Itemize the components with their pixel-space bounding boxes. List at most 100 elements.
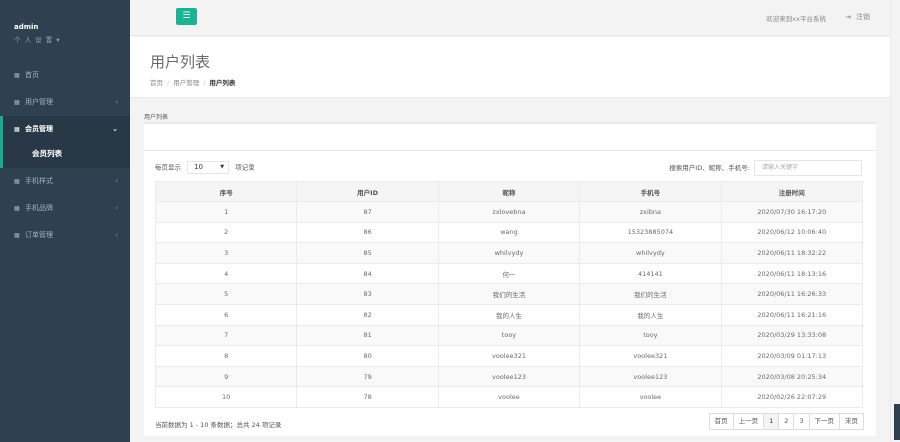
cell-register-time: 2020/06/12 10:06:40 — [720, 221, 864, 244]
cell-register-time: 2020/03/09 01:17:13 — [720, 345, 864, 367]
sidebar-item-user-management[interactable]: ▦ 用户管理 ‹ — [0, 89, 130, 116]
profile-settings-dropdown[interactable]: 个 人 设 置 ▾ — [14, 34, 116, 44]
grid-icon: ▦ — [14, 205, 20, 212]
grid-icon: ▦ — [14, 99, 20, 106]
cell-phone: whilvydy — [579, 242, 722, 264]
cell-phone: tooy — [579, 324, 722, 347]
search-input[interactable]: 请输入关键字 — [754, 160, 862, 176]
cell-user-id: 79 — [296, 365, 439, 388]
cell-user-id: 83 — [296, 283, 439, 305]
sidebar-item-member-management[interactable]: ▦ 会员管理 ⌄ — [0, 116, 130, 143]
cell-index: 4 — [154, 262, 298, 285]
sidebar-item-label: 会员管理 — [25, 125, 53, 133]
page-length-control: 每页显示 10 ▼ 项记录 — [155, 161, 255, 174]
chevron-left-icon: ‹ — [115, 177, 118, 185]
page-title: 用户列表 — [150, 53, 211, 71]
pager-first[interactable]: 首页 — [708, 413, 734, 430]
chevron-down-icon: ⌄ — [112, 125, 118, 133]
sidebar-item-phone-style[interactable]: ▦ 手机样式 ‹ — [0, 168, 130, 195]
cell-nickname: voolee123 — [437, 365, 581, 388]
cell-index: 9 — [154, 365, 298, 388]
cell-index: 2 — [154, 221, 298, 244]
cell-nickname: 我的人生 — [437, 303, 581, 326]
column-header-nickname[interactable]: 昵称 — [437, 181, 581, 202]
page-length-value: 10 — [194, 163, 203, 171]
cell-phone: voolee123 — [579, 365, 722, 388]
column-header-index[interactable]: 序号 — [154, 181, 298, 202]
caret-down-icon: ▼ — [220, 164, 225, 170]
sidebar-item-home[interactable]: ▦ 首页 — [0, 62, 130, 89]
sidebar-subitem-member-list[interactable]: 会员列表 — [0, 143, 130, 168]
pager-last[interactable]: 末页 — [839, 413, 864, 430]
cell-nickname: voolee321 — [437, 345, 581, 367]
breadcrumb-separator: / — [167, 79, 170, 87]
table-row: 5 83 我们的生活 我们的生活 2020/06/11 16:26:33 — [154, 283, 864, 305]
cell-phone: 414141 — [579, 262, 722, 285]
cell-index: 6 — [154, 303, 298, 326]
pager-page-3[interactable]: 3 — [793, 413, 810, 430]
table-row: 8 80 voolee321 voolee321 2020/03/09 01:17:13 — [154, 345, 864, 367]
sidebar-item-order-management[interactable]: ▦ 订单管理 ‹ — [0, 222, 130, 249]
sidebar-item-label: 首页 — [25, 71, 39, 79]
sidebar-item-label: 订单管理 — [25, 231, 53, 239]
search-control: 搜索用户ID、昵称、手机号: 请输入关键字 — [669, 160, 862, 176]
sidebar-item-label: 手机样式 — [25, 177, 53, 185]
cell-register-time: 2020/06/11 16:26:33 — [720, 283, 864, 305]
menu-toggle-button[interactable]: ☰ — [176, 8, 197, 25]
welcome-message: 欢迎来到xx平台系统 — [766, 15, 826, 23]
table-header-row: 序号 用户ID 昵称 手机号 注册时间 — [154, 181, 864, 202]
page-length-select[interactable]: 10 ▼ — [187, 161, 230, 174]
cell-index: 3 — [154, 242, 298, 264]
cell-user-id: 85 — [296, 242, 439, 264]
profile-username: admin — [14, 23, 39, 31]
cell-phone: 我的人生 — [579, 303, 722, 326]
cell-index: 8 — [154, 345, 298, 367]
right-scroll-area — [890, 0, 900, 442]
table-row: 9 79 voolee123 voolee123 2020/03/08 20:25:34 — [154, 365, 864, 388]
hamburger-icon: ☰ — [182, 11, 191, 21]
cell-register-time: 2020/06/11 18:13:16 — [720, 262, 864, 285]
cell-user-id: 78 — [296, 386, 439, 408]
pager-page-1[interactable]: 1 — [763, 413, 780, 430]
cell-register-time: 2020/02/26 22:07:29 — [720, 386, 864, 408]
logout-link[interactable]: ⇥ 注销 — [845, 12, 870, 22]
pagination: 首页 上一页 1 2 3 下一页 末页 — [708, 413, 864, 430]
profile: admin 个 人 设 置 ▾ — [0, 0, 130, 62]
cell-user-id: 81 — [296, 324, 439, 347]
table-row: 3 85 whilvydy whilvydy 2020/06/11 18:32:22 — [154, 242, 864, 264]
pager-next[interactable]: 下一页 — [808, 413, 840, 430]
column-header-phone[interactable]: 手机号 — [579, 181, 722, 202]
chevron-left-icon: ‹ — [115, 231, 118, 239]
page-length-suffix: 项记录 — [235, 163, 255, 172]
breadcrumb-home[interactable]: 首页 — [150, 79, 163, 87]
cell-index: 7 — [154, 324, 298, 347]
cell-register-time: 2020/03/29 13:33:08 — [720, 324, 864, 347]
cell-user-id: 84 — [296, 262, 439, 285]
chevron-left-icon: ‹ — [115, 98, 118, 106]
table-row: 10 78 voolee voolee 2020/02/26 22:07:29 — [154, 386, 864, 408]
panel-body: 每页显示 10 ▼ 项记录 搜索用户ID、昵称、手机号: 请输入关键字 序号 用户… — [144, 150, 876, 436]
cell-nickname: whilvydy — [437, 242, 581, 264]
breadcrumb-current: 用户列表 — [209, 79, 236, 87]
cell-phone: zxibna — [579, 201, 722, 223]
pager-prev[interactable]: 上一页 — [732, 413, 765, 430]
cell-nickname: 我们的生活 — [437, 283, 581, 305]
sidebar-item-phone-brand[interactable]: ▦ 手机品牌 ‹ — [0, 195, 130, 222]
column-header-register-time[interactable]: 注册时间 — [720, 181, 864, 202]
grid-icon: ▦ — [14, 72, 20, 79]
breadcrumb-user-management[interactable]: 用户管理 — [173, 79, 199, 87]
pager-page-2[interactable]: 2 — [778, 413, 795, 430]
sidebar-item-label: 用户管理 — [25, 98, 53, 106]
page-length-prefix: 每页显示 — [155, 163, 181, 172]
cell-register-time: 2020/07/30 16:17:20 — [720, 201, 864, 223]
panel-title: 用户列表 — [144, 114, 169, 121]
cell-nickname: 何一 — [437, 262, 581, 285]
table-info: 当前数据为 1 - 10 条数据；总共 24 项记录 — [155, 421, 282, 429]
corner-widget[interactable] — [894, 404, 900, 440]
page-heading: 用户列表 首页 / 用户管理 / 用户列表 — [130, 37, 890, 98]
cell-phone: 我们的生活 — [579, 283, 722, 305]
cell-user-id: 87 — [296, 201, 439, 223]
user-table: 序号 用户ID 昵称 手机号 注册时间 1 87 zxlovebna zxibna 20… — [154, 181, 864, 408]
cell-index: 5 — [154, 283, 298, 305]
column-header-user-id[interactable]: 用户ID — [296, 181, 439, 202]
